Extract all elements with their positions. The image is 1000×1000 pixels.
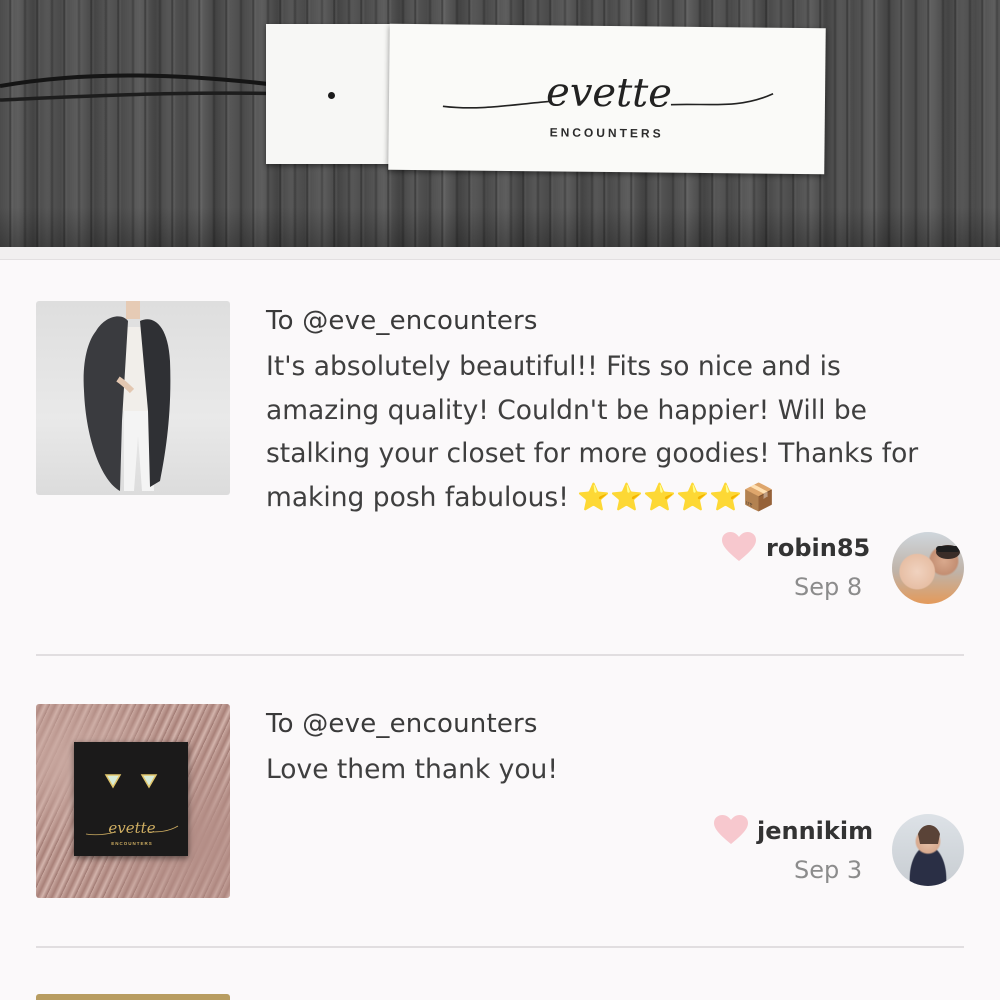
earring-card: evette ENCOUNTERS <box>74 742 188 856</box>
brand-logo: evette <box>442 69 774 117</box>
review-text: It's absolutely beautiful!! Fits so nice… <box>266 351 919 513</box>
banner-divider <box>0 247 1000 260</box>
heart-icon[interactable] <box>714 815 748 845</box>
brand-tag: evette ENCOUNTERS <box>388 23 826 175</box>
review-date: Sep 3 <box>794 856 863 884</box>
avatar[interactable] <box>892 532 964 604</box>
reviewer-name[interactable]: robin85 <box>766 534 870 562</box>
review-separator <box>36 654 964 656</box>
review-text: Love them thank you! <box>266 754 558 785</box>
review-date: Sep 8 <box>794 573 863 601</box>
heart-icon[interactable] <box>722 532 756 562</box>
cardigan-photo[interactable] <box>36 301 230 495</box>
next-review-photo[interactable] <box>36 994 230 1000</box>
closet-banner: evette ENCOUNTERS <box>0 0 1000 247</box>
cardigan-figure <box>83 301 171 491</box>
tag-hole <box>328 92 335 99</box>
avatar[interactable] <box>892 814 964 886</box>
avatar-photo <box>918 825 940 844</box>
brand-logo-text: evette <box>546 69 672 116</box>
brand-subtitle: ENCOUNTERS <box>549 125 664 141</box>
card-brand-subtitle: ENCOUNTERS <box>111 841 153 846</box>
review-separator <box>36 946 964 948</box>
earrings-icon: evette ENCOUNTERS <box>85 774 179 846</box>
reviewer-name[interactable]: jennikim <box>757 817 873 845</box>
review-recipient[interactable]: To @eve_encounters <box>266 306 538 336</box>
earrings-photo[interactable]: evette ENCOUNTERS <box>36 704 230 898</box>
review-recipient[interactable]: To @eve_encounters <box>266 709 538 739</box>
card-brand-logo: evette <box>108 819 155 837</box>
avatar-photo <box>936 545 960 559</box>
hang-tag-back <box>266 24 390 164</box>
